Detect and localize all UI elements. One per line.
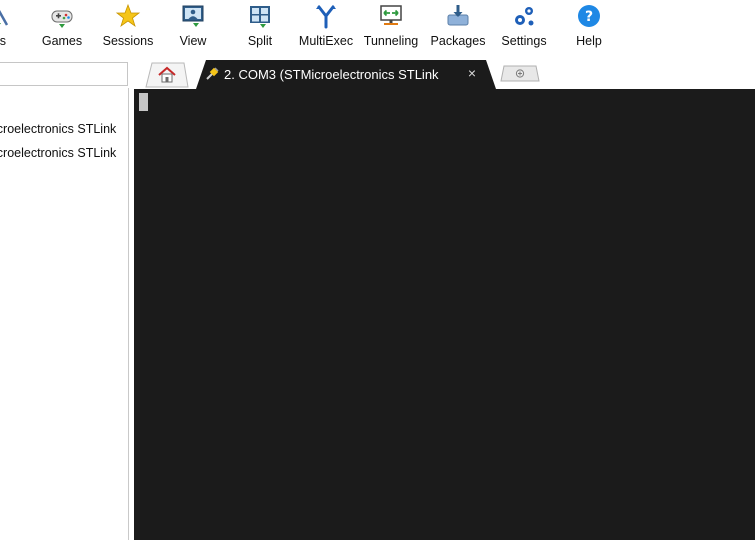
- tunneling-icon: [378, 3, 404, 29]
- toolbar-multiexec-button[interactable]: MultiExec: [296, 0, 356, 56]
- toolbar-sessions-button[interactable]: Sessions: [98, 0, 158, 56]
- sidebar-session-label: icroelectronics STLink: [0, 146, 117, 160]
- new-tab-button[interactable]: [500, 65, 540, 82]
- sidebar-border: [128, 88, 129, 540]
- tools-icon: [0, 3, 11, 29]
- gamepad-icon: [49, 3, 75, 29]
- tab-strip: 2. COM3 (STMicroelectronics STLink ×: [134, 58, 755, 89]
- toolbar-label: Settings: [501, 34, 547, 48]
- toolbar-tunneling-button[interactable]: Tunneling: [361, 0, 421, 56]
- toolbar-split-button[interactable]: Split: [233, 0, 287, 56]
- tab-home[interactable]: [144, 62, 190, 88]
- terminal-cursor: [139, 93, 148, 111]
- serial-plug-icon: [204, 66, 220, 82]
- toolbar-view-button[interactable]: View: [166, 0, 220, 56]
- toolbar-settings-button[interactable]: Settings: [494, 0, 554, 56]
- toolbar-label: Tunneling: [363, 34, 419, 48]
- view-icon: [180, 3, 206, 29]
- main-toolbar: ols Games Sessions View Split MultiExec: [0, 0, 755, 56]
- packages-icon: [445, 3, 471, 29]
- toolbar-packages-button[interactable]: Packages: [428, 0, 488, 56]
- svg-text:?: ?: [585, 9, 593, 25]
- tab-com3-label: 2. COM3 (STMicroelectronics STLink: [224, 67, 439, 82]
- toolbar-label: MultiExec: [298, 34, 354, 48]
- star-icon: [115, 3, 141, 29]
- sidebar-search-input[interactable]: [0, 62, 128, 86]
- toolbar-label: Help: [576, 34, 602, 48]
- sessions-sidebar: icroelectronics STLink icroelectronics S…: [0, 58, 134, 540]
- toolbar-help-button[interactable]: ? Help: [562, 0, 616, 56]
- sidebar-session-label: icroelectronics STLink: [0, 122, 117, 136]
- toolbar-label: Split: [247, 34, 273, 48]
- toolbar-label: Packages: [430, 34, 486, 48]
- multiexec-icon: [313, 3, 339, 29]
- toolbar-label: Sessions: [102, 34, 154, 48]
- help-icon: ?: [576, 3, 602, 29]
- split-icon: [247, 3, 273, 29]
- sidebar-session-item[interactable]: icroelectronics STLink: [0, 143, 128, 163]
- sidebar-session-item[interactable]: icroelectronics STLink: [0, 119, 128, 139]
- terminal-area[interactable]: [134, 89, 755, 540]
- toolbar-label: View: [179, 34, 207, 48]
- close-icon[interactable]: ×: [464, 65, 480, 81]
- toolbar-tools-button[interactable]: ols: [0, 0, 26, 56]
- toolbar-games-button[interactable]: Games: [34, 0, 90, 56]
- gears-icon: [511, 3, 537, 29]
- toolbar-label: ols: [0, 34, 6, 48]
- toolbar-label: Games: [41, 34, 83, 48]
- tab-com3[interactable]: 2. COM3 (STMicroelectronics STLink ×: [196, 60, 496, 89]
